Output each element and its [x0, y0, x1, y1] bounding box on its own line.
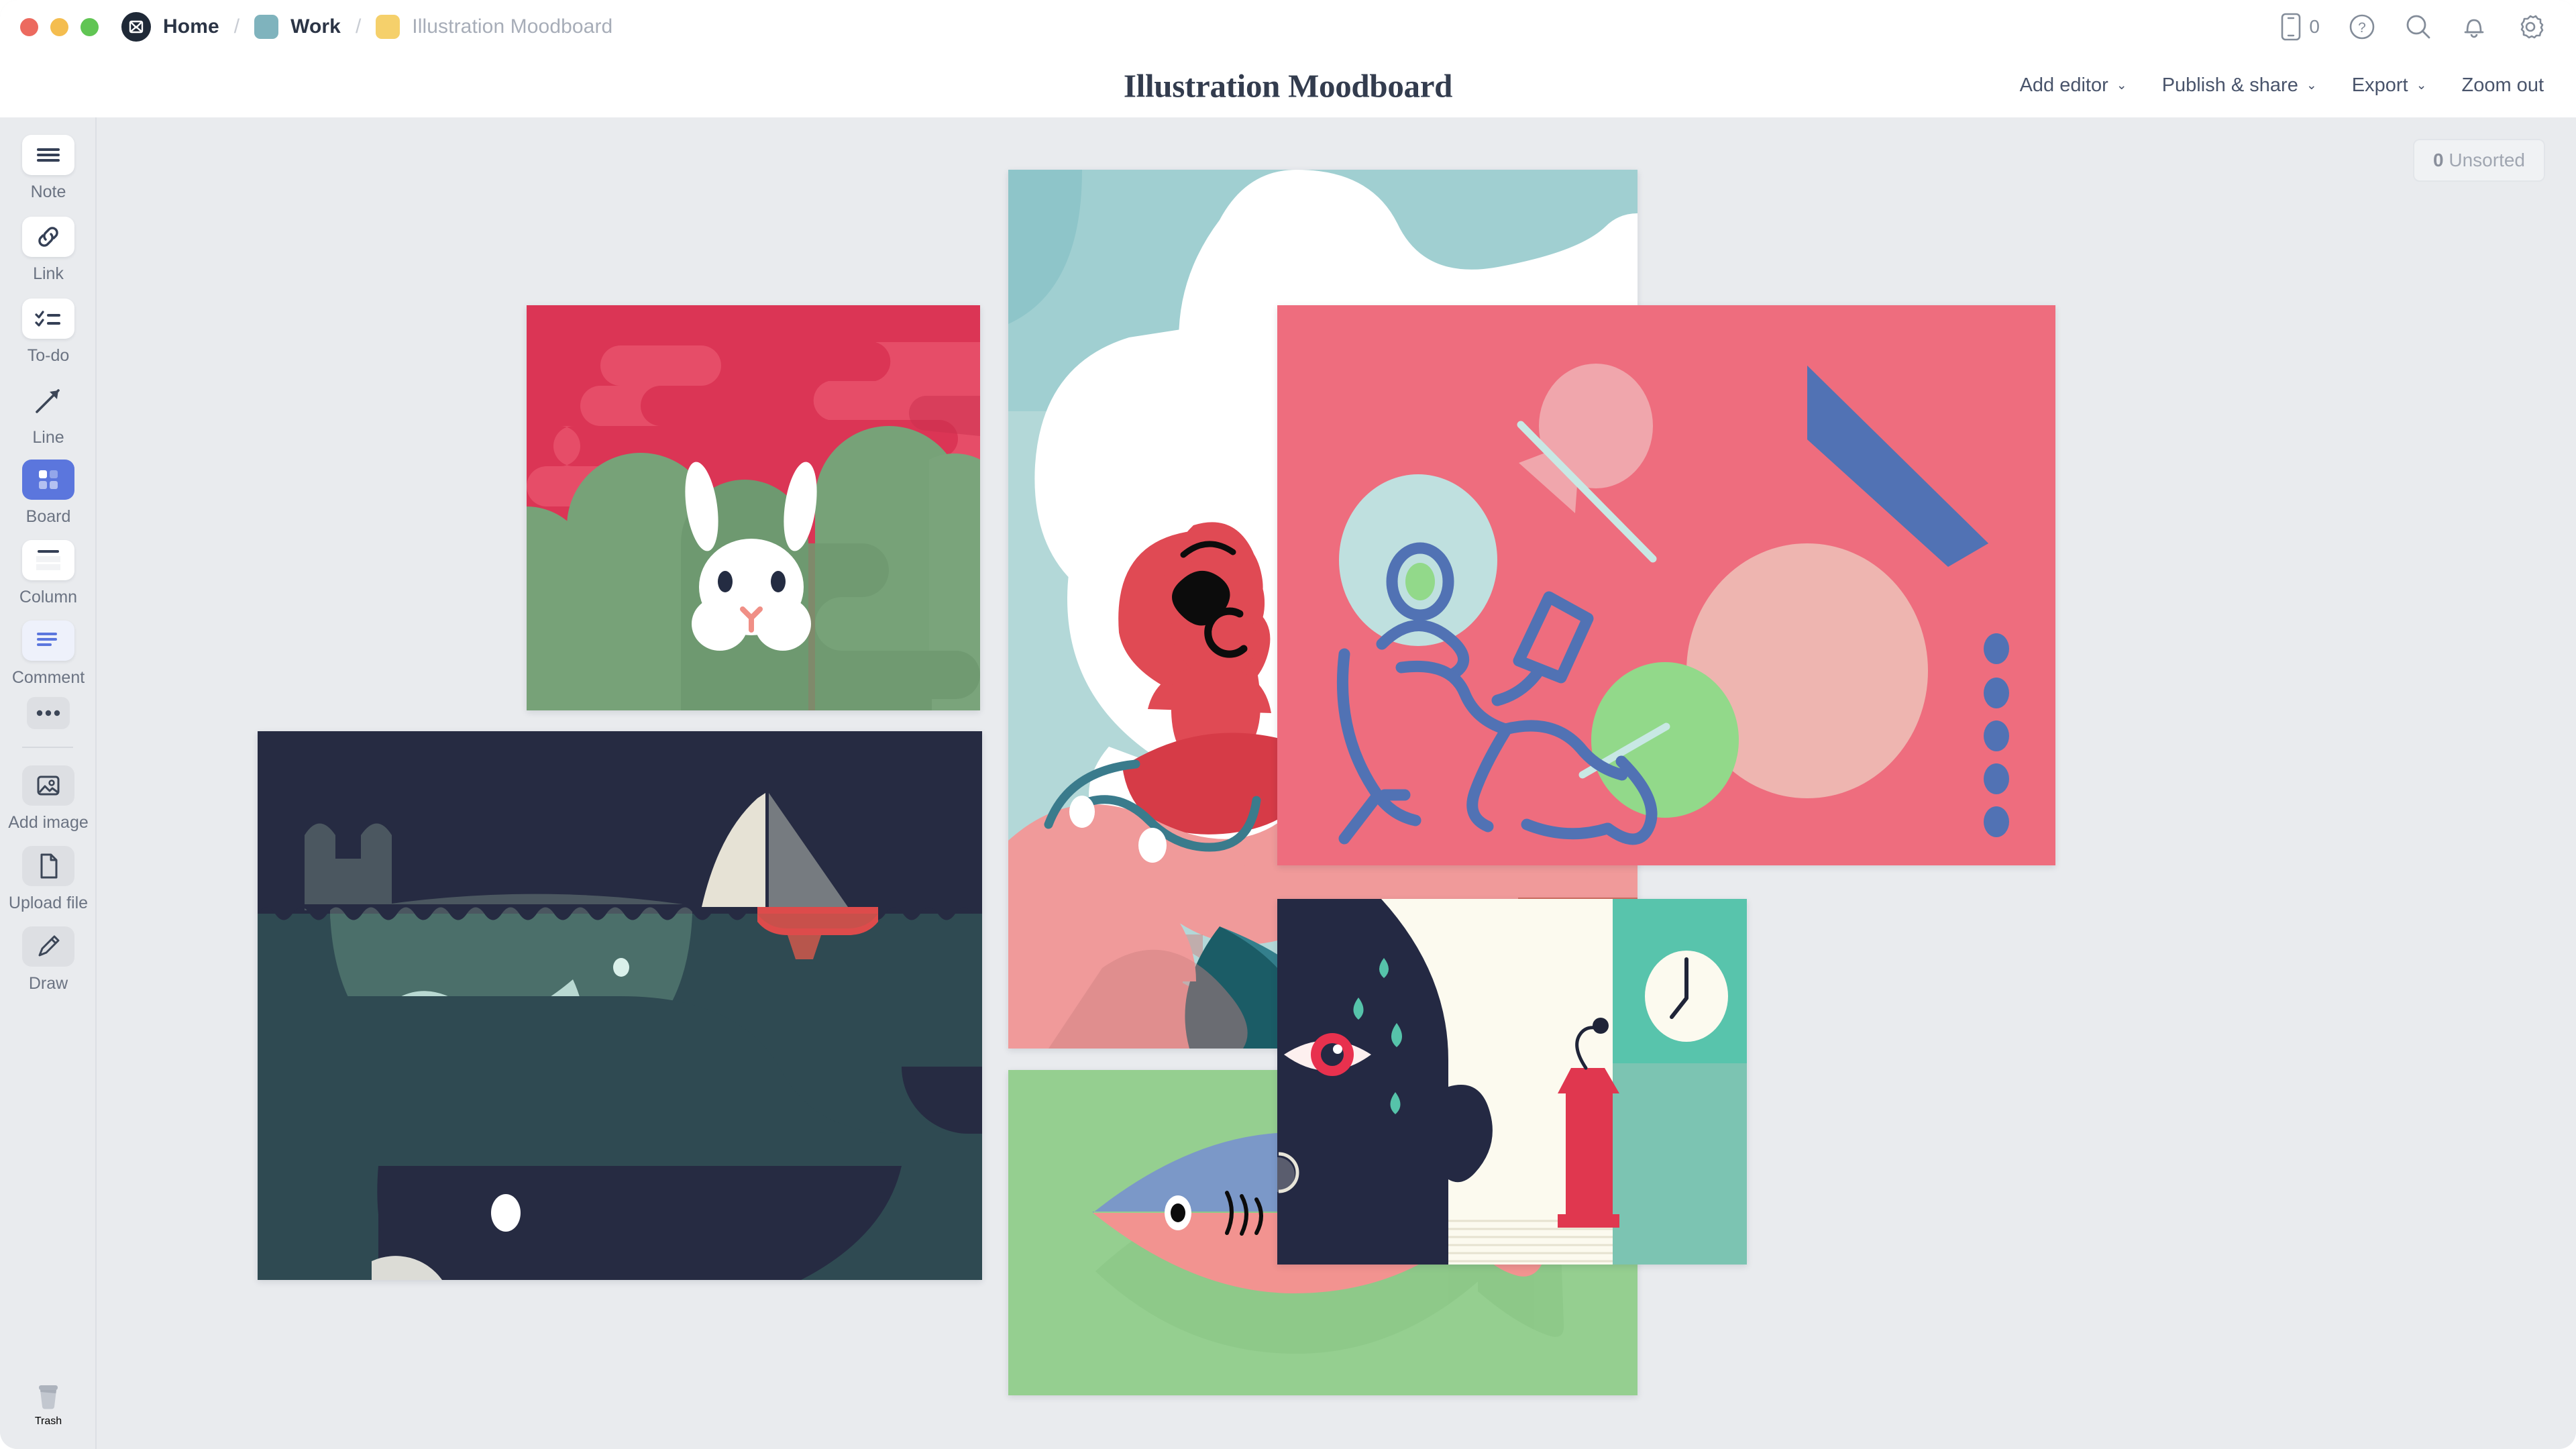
sidebar-tool-label: Column [19, 588, 78, 606]
sidebar-tool-board[interactable]: Board [0, 460, 97, 527]
zoom-out-label: Zoom out [2461, 74, 2544, 96]
unsorted-count: 0 [2433, 150, 2444, 170]
breadcrumb-item-moodboard[interactable]: Illustration Moodboard [412, 15, 612, 38]
device-count: 0 [2309, 16, 2320, 37]
sidebar-trash-label: Trash [34, 1415, 62, 1427]
sidebar-tool-label: Add image [8, 813, 89, 832]
sidebar-tool-column[interactable]: Column [0, 540, 97, 607]
breadcrumb-item-work[interactable]: Work [290, 15, 341, 38]
sidebar-tool-label: Draw [28, 974, 68, 993]
stage-fright-illustration [1277, 899, 1747, 1265]
breadcrumb: Home / Work / Illustration Moodboard [121, 12, 612, 42]
image-icon [22, 765, 74, 806]
chevron-down-icon: ⌄ [2116, 78, 2127, 93]
window-controls [20, 17, 99, 36]
arrow-line-icon [22, 380, 74, 421]
breadcrumb-separator: / [355, 15, 362, 38]
comment-bubble-icon [22, 621, 74, 661]
abstract-illustration [1277, 305, 2055, 865]
sidebar-tool-link[interactable]: Link [0, 217, 97, 284]
export-button[interactable]: Export ⌄ [2352, 74, 2427, 97]
chevron-down-icon: ⌄ [2416, 78, 2427, 93]
board-grid-icon [22, 460, 74, 500]
app-window: Home / Work / Illustration Moodboard 0 ? [0, 0, 2576, 1449]
abstract-illustration-card[interactable] [1277, 305, 2055, 865]
chevron-down-icon: ⌄ [2306, 78, 2317, 93]
note-lines-icon [22, 135, 74, 175]
zoom-out-button[interactable]: Zoom out [2462, 74, 2544, 97]
title-bar-actions: 0 ? [2279, 12, 2545, 42]
sidebar-tool-note[interactable]: Note [0, 135, 97, 202]
sidebar-tool-label: To-do [27, 346, 70, 365]
tool-sidebar: Note Link To-do Line Board Column Commen… [0, 117, 97, 1449]
stage-fright-illustration-card[interactable] [1277, 899, 1747, 1265]
bell-icon[interactable] [2461, 13, 2487, 41]
board-header: Illustration Moodboard Add editor ⌄ Publ… [0, 54, 2576, 117]
svg-text:?: ? [2358, 20, 2366, 36]
unsorted-label: Unsorted [2449, 150, 2525, 170]
sidebar-tool-todo[interactable]: To-do [0, 299, 97, 366]
publish-share-label: Publish & share [2161, 74, 2298, 96]
rabbit-illustration [527, 305, 980, 710]
gear-icon[interactable] [2516, 12, 2545, 42]
column-icon [22, 540, 74, 580]
sidebar-tool-label: Line [32, 428, 64, 447]
unsorted-badge[interactable]: 0 Unsorted [2413, 139, 2545, 182]
add-editor-button[interactable]: Add editor ⌄ [2020, 74, 2127, 97]
breadcrumb-separator: / [233, 15, 240, 38]
sidebar-tool-add-image[interactable]: Add image [0, 765, 97, 833]
sidebar-tool-upload-file[interactable]: Upload file [0, 846, 97, 913]
sidebar-trash[interactable]: Trash [0, 1377, 97, 1428]
search-icon[interactable] [2404, 13, 2432, 41]
whale-illustration-card[interactable] [258, 731, 982, 1280]
close-window-button[interactable] [20, 17, 38, 36]
file-icon [22, 846, 74, 886]
todo-checklist-icon [22, 299, 74, 339]
breadcrumb-swatch-moodboard [376, 15, 400, 39]
sidebar-more-button[interactable] [0, 697, 97, 729]
trash-bin-icon [22, 1377, 74, 1415]
milanote-logo-icon[interactable] [121, 12, 151, 42]
add-editor-label: Add editor [2019, 74, 2108, 96]
breadcrumb-swatch-work [254, 15, 279, 39]
title-bar: Home / Work / Illustration Moodboard 0 ? [0, 0, 2576, 54]
export-label: Export [2351, 74, 2408, 96]
publish-share-button[interactable]: Publish & share ⌄ [2162, 74, 2317, 97]
sidebar-tool-comment[interactable]: Comment [0, 621, 97, 688]
breadcrumb-item-home[interactable]: Home [163, 15, 219, 38]
link-chain-icon [22, 217, 74, 257]
sidebar-tool-label: Note [30, 182, 66, 201]
board-canvas[interactable]: 0 Unsorted [98, 117, 2576, 1449]
help-circle-icon[interactable]: ? [2348, 13, 2376, 41]
sidebar-divider [22, 747, 73, 748]
rabbit-illustration-card[interactable] [527, 305, 980, 710]
minimize-window-button[interactable] [50, 17, 68, 36]
sidebar-tool-line[interactable]: Line [0, 380, 97, 447]
sidebar-tool-label: Board [25, 507, 71, 526]
sidebar-tool-draw[interactable]: Draw [0, 926, 97, 994]
ellipsis-icon [27, 697, 70, 729]
whale-illustration [258, 731, 982, 1280]
pencil-icon [22, 926, 74, 967]
sidebar-tool-label: Upload file [8, 894, 89, 912]
mobile-device-icon[interactable]: 0 [2279, 12, 2320, 42]
board-actions: Add editor ⌄ Publish & share ⌄ Export ⌄ … [2020, 74, 2544, 97]
maximize-window-button[interactable] [80, 17, 99, 36]
sidebar-tool-label: Link [33, 264, 64, 283]
sidebar-tool-label: Comment [11, 668, 85, 687]
